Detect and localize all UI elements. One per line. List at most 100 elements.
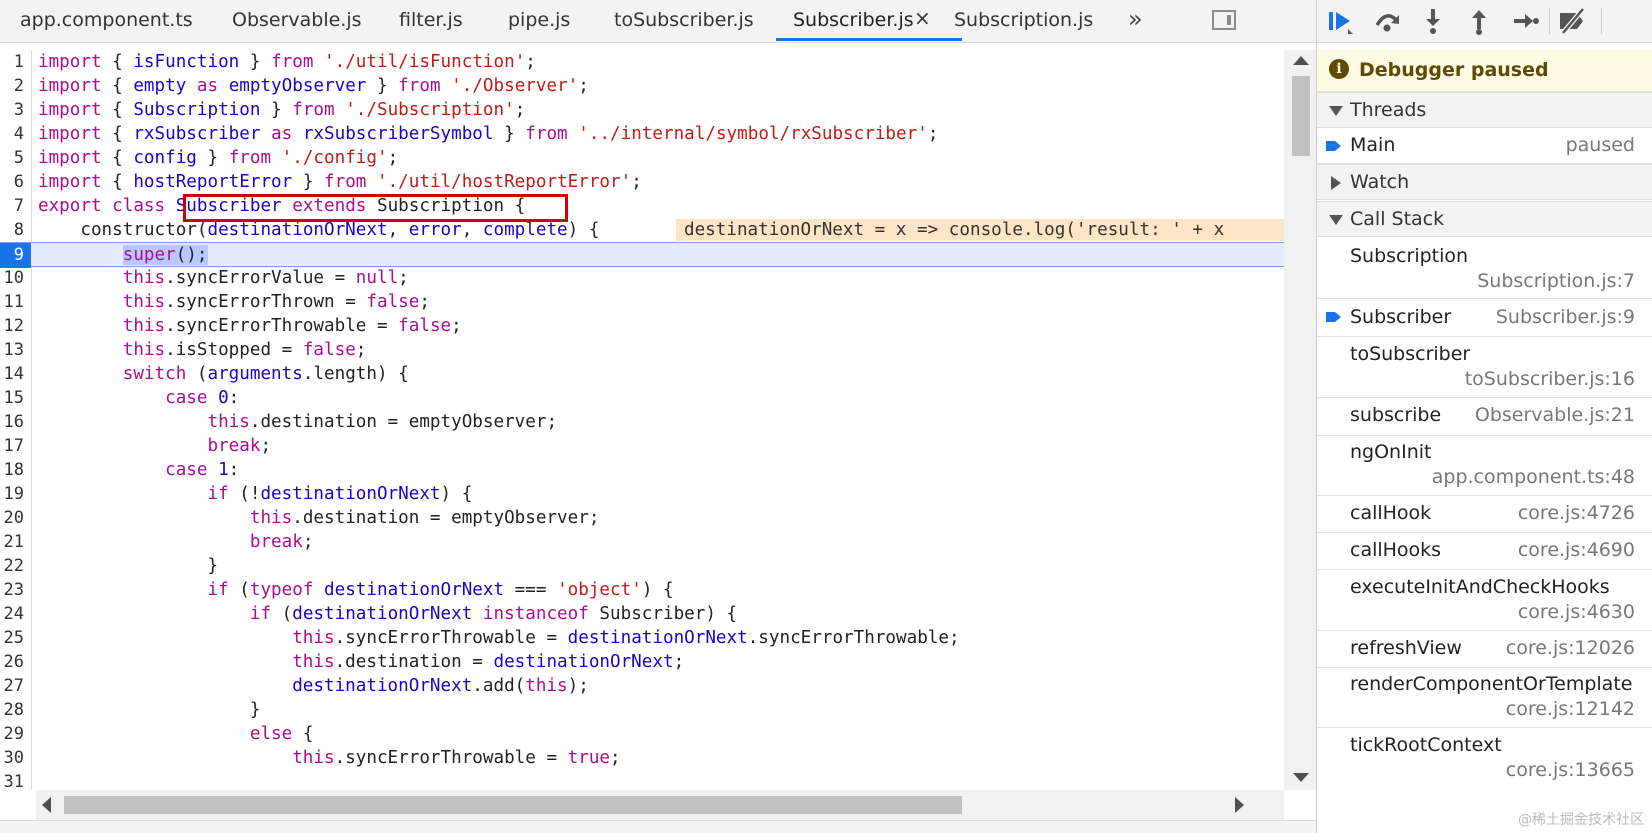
watermark: @稀土掘金技术社区: [1518, 812, 1644, 828]
callstack-frame[interactable]: callHooks core.js:4690: [1317, 533, 1652, 570]
line-number[interactable]: 5: [0, 146, 24, 171]
frame-location: core.js:4726: [1517, 502, 1635, 524]
line-number[interactable]: 1: [0, 50, 24, 75]
scroll-up-icon[interactable]: [1293, 56, 1309, 65]
vertical-scrollbar[interactable]: [1284, 50, 1316, 790]
thread-row-main[interactable]: Main paused: [1317, 128, 1652, 164]
line-number[interactable]: 7: [0, 194, 24, 219]
code-line: 17 break;: [0, 434, 1284, 459]
code-line: 29 else {: [0, 722, 1284, 747]
tab-filter[interactable]: filter.js: [399, 0, 463, 40]
toggle-sidebar-icon[interactable]: [1212, 10, 1236, 30]
tab-observable[interactable]: Observable.js: [232, 0, 362, 40]
code-line: 13 this.isStopped = false;: [0, 338, 1284, 363]
scroll-left-icon[interactable]: [42, 797, 51, 813]
code-area[interactable]: 1 import { isFunction } from './util/isFu…: [0, 50, 1284, 790]
callstack-frame[interactable]: Subscription Subscription.js:7: [1317, 237, 1652, 299]
close-icon[interactable]: ×: [914, 0, 931, 36]
current-frame-arrow-icon: [1326, 312, 1341, 322]
tab-subscription[interactable]: Subscription.js: [954, 0, 1093, 40]
thread-name: Main: [1350, 134, 1396, 156]
callstack-frame[interactable]: callHook core.js:4726: [1317, 496, 1652, 533]
file-tab-bar: app.component.ts Observable.js filter.js…: [0, 0, 1316, 43]
frame-function-name: toSubscriber: [1350, 343, 1471, 365]
line-number[interactable]: 23: [0, 578, 24, 603]
line-number[interactable]: 28: [0, 698, 24, 723]
horizontal-scroll-thumb[interactable]: [64, 796, 962, 814]
expand-triangle-icon: [1329, 106, 1343, 116]
line-number[interactable]: 25: [0, 626, 24, 651]
scroll-right-icon[interactable]: [1235, 797, 1244, 813]
line-number[interactable]: 27: [0, 674, 24, 699]
line-number[interactable]: 29: [0, 722, 24, 747]
code-line: 11 this.syncErrorThrown = false;: [0, 290, 1284, 315]
line-number[interactable]: 16: [0, 410, 24, 435]
frame-function-name: callHooks: [1350, 539, 1442, 561]
horizontal-scrollbar[interactable]: [36, 790, 1284, 820]
step-over-icon[interactable]: [1371, 5, 1403, 37]
callstack-frame[interactable]: executeInitAndCheckHooks core.js:4630: [1317, 570, 1652, 631]
callstack-frame[interactable]: tickRootContext core.js:13665: [1317, 728, 1652, 798]
collapse-triangle-icon: [1331, 176, 1341, 190]
line-number[interactable]: 20: [0, 506, 24, 531]
callstack-frame[interactable]: renderComponentOrTemplate core.js:12142: [1317, 668, 1652, 728]
callstack-frame[interactable]: toSubscriber toSubscriber.js:16: [1317, 337, 1652, 398]
frame-location: core.js:4630: [1517, 601, 1635, 623]
step-into-icon[interactable]: [1417, 5, 1449, 37]
frame-location: toSubscriber.js:16: [1464, 368, 1635, 390]
line-number[interactable]: 13: [0, 338, 24, 363]
frame-function-name: executeInitAndCheckHooks: [1350, 576, 1610, 598]
frame-location: core.js:4690: [1517, 539, 1635, 561]
code-line: 2 import { empty as emptyObserver } from …: [0, 74, 1284, 99]
line-number[interactable]: 9: [0, 243, 24, 268]
line-number[interactable]: 6: [0, 170, 24, 195]
line-number[interactable]: 17: [0, 434, 24, 459]
watch-section-header[interactable]: Watch: [1317, 164, 1652, 200]
callstack-frame[interactable]: refreshView core.js:12026: [1317, 631, 1652, 668]
code-line: 10 this.syncErrorValue = null;: [0, 266, 1284, 291]
line-number[interactable]: 8: [0, 218, 24, 243]
line-number[interactable]: 2: [0, 74, 24, 99]
line-number[interactable]: 22: [0, 554, 24, 579]
callstack-section-header[interactable]: Call Stack: [1317, 201, 1652, 237]
line-number[interactable]: 4: [0, 122, 24, 147]
line-number[interactable]: 11: [0, 290, 24, 315]
line-number[interactable]: 31: [0, 770, 24, 790]
line-number[interactable]: 21: [0, 530, 24, 555]
tab-app-component[interactable]: app.component.ts: [20, 0, 193, 40]
step-out-icon[interactable]: [1463, 5, 1495, 37]
info-icon: i: [1329, 59, 1349, 79]
code-line: 23 if (typeof destinationOrNext === 'obj…: [0, 578, 1284, 603]
tab-tosubscriber[interactable]: toSubscriber.js: [614, 0, 754, 40]
callstack-frame[interactable]: subscribe Observable.js:21: [1317, 398, 1652, 436]
line-number[interactable]: 30: [0, 746, 24, 771]
tab-pipe[interactable]: pipe.js: [508, 0, 570, 40]
callstack-frame[interactable]: ngOnInit app.component.ts:48: [1317, 436, 1652, 496]
scroll-down-icon[interactable]: [1293, 773, 1309, 782]
code-line: 18 case 1:: [0, 458, 1284, 483]
line-number[interactable]: 12: [0, 314, 24, 339]
deactivate-breakpoints-icon[interactable]: [1557, 5, 1589, 37]
source-editor: app.component.ts Observable.js filter.js…: [0, 0, 1316, 833]
line-number[interactable]: 24: [0, 602, 24, 627]
line-number[interactable]: 14: [0, 362, 24, 387]
code-line: 14 switch (arguments.length) {: [0, 362, 1284, 387]
code-line: 5 import { config } from './config';: [0, 146, 1284, 171]
tab-subscriber[interactable]: Subscriber.js: [776, 0, 962, 41]
step-icon[interactable]: [1509, 5, 1541, 37]
line-number[interactable]: 3: [0, 98, 24, 123]
line-number[interactable]: 19: [0, 482, 24, 507]
frame-location: Subscriber.js:9: [1495, 306, 1635, 328]
line-number[interactable]: 10: [0, 266, 24, 291]
threads-section-header[interactable]: Threads: [1317, 92, 1652, 128]
line-number[interactable]: 26: [0, 650, 24, 675]
frame-location: Subscription.js:7: [1477, 270, 1635, 292]
watch-title: Watch: [1350, 171, 1410, 193]
line-number[interactable]: 15: [0, 386, 24, 411]
code-line: 4 import { rxSubscriber as rxSubscriberSy…: [0, 122, 1284, 147]
callstack-frame-current[interactable]: Subscriber Subscriber.js:9: [1317, 299, 1652, 337]
vertical-scroll-thumb[interactable]: [1292, 76, 1310, 156]
line-number[interactable]: 18: [0, 458, 24, 483]
more-tabs-icon[interactable]: »: [1128, 0, 1143, 40]
resume-icon[interactable]: [1325, 5, 1357, 37]
